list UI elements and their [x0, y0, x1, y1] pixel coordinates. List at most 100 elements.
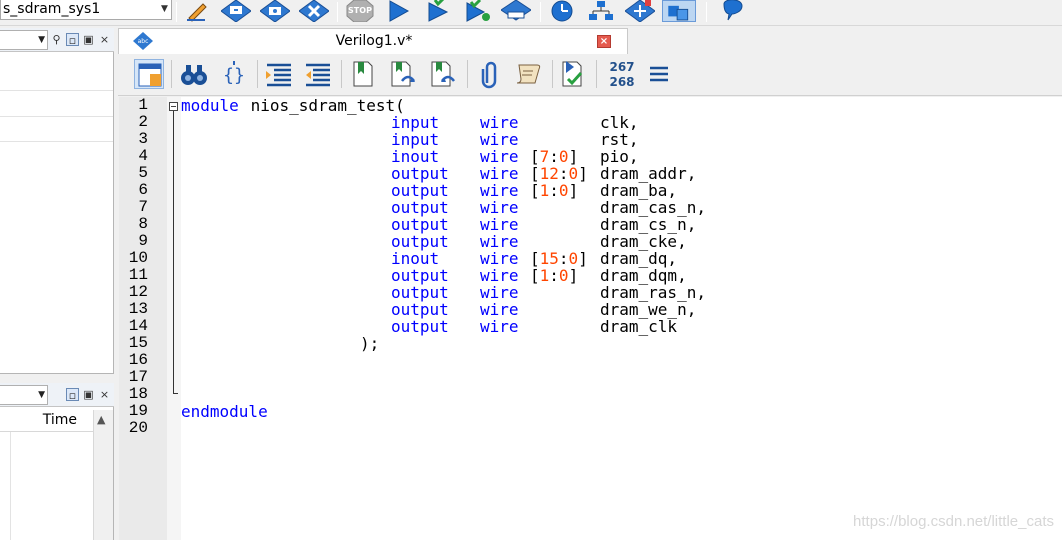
menu-lines-icon[interactable]: [644, 59, 674, 89]
next-bookmark-icon[interactable]: [388, 59, 418, 89]
code-editor[interactable]: 1 2 3 4 5 6 7 8 9 10 11 12 13 14 15 16 17 18 19 20 module n…: [119, 97, 1062, 540]
run-arrow-icon[interactable]: [384, 0, 414, 22]
fold-bracket-line: [173, 111, 174, 393]
port-name: dram_ras_n,: [600, 283, 706, 302]
compile-arrow-icon[interactable]: [423, 0, 453, 22]
pin-icon[interactable]: ▫: [66, 388, 79, 402]
close-paren: );: [360, 334, 380, 353]
port-name: dram_dqm,: [600, 266, 687, 285]
toolbar-divider: [176, 2, 177, 22]
stop-icon[interactable]: STOP: [345, 0, 375, 22]
line-count-top: 267: [609, 60, 635, 74]
line-number: 18: [128, 385, 148, 403]
port-name: dram_cs_n,: [600, 215, 697, 234]
help-icon[interactable]: [716, 0, 746, 22]
messages-panel: ▼ ▫ ▣ × Time ▲: [0, 383, 114, 540]
editor-title-bar[interactable]: abc Verilog1.v* ×: [118, 28, 628, 54]
template-scroll-icon[interactable]: [514, 59, 544, 89]
grid-line: [0, 90, 113, 91]
port-type: wire: [480, 147, 519, 166]
vertical-scrollbar[interactable]: ▲: [93, 410, 113, 540]
port-name: pio,: [600, 147, 639, 166]
edit-icon[interactable]: [183, 0, 213, 22]
line-number: 9: [138, 232, 148, 250]
panel-view-selector[interactable]: ▼: [0, 385, 48, 405]
toolbar-divider: [540, 2, 541, 22]
close-document-button[interactable]: ×: [597, 35, 611, 48]
grid-line: [10, 432, 11, 540]
save-floppy-icon[interactable]: [260, 0, 290, 22]
collapse-icon[interactable]: [169, 102, 178, 111]
fold-margin: [167, 97, 181, 540]
project-name: s_sdram_sys1: [3, 1, 101, 17]
line-count-bottom: 268: [609, 75, 635, 89]
grid-line: [0, 116, 113, 117]
port-width: [1:0]: [530, 266, 579, 285]
port-type: wire: [480, 317, 519, 336]
pin-icon[interactable]: ▫: [66, 33, 79, 47]
port-direction: output: [391, 215, 449, 234]
port-name: dram_cas_n,: [600, 198, 706, 217]
port-type: wire: [480, 198, 519, 217]
line-count-display: 267 268: [608, 60, 636, 90]
paperclip-icon[interactable]: [475, 59, 505, 89]
toolbar-divider: [706, 2, 707, 22]
port-name: dram_cke,: [600, 232, 687, 251]
search-icon[interactable]: ⚲: [50, 33, 63, 46]
chevron-down-icon[interactable]: ▼: [157, 0, 172, 20]
indent-icon[interactable]: [264, 59, 294, 89]
port-type: wire: [480, 249, 519, 268]
project-selector[interactable]: s_sdram_sys1: [0, 0, 172, 20]
line-number: 8: [138, 215, 148, 233]
toolbar-divider: [337, 2, 338, 22]
timing-clock-icon[interactable]: [547, 0, 577, 22]
time-column-header[interactable]: Time: [0, 410, 93, 432]
previous-bookmark-icon[interactable]: [428, 59, 458, 89]
chip-planner-icon[interactable]: [662, 0, 696, 22]
chevron-down-icon: ▼: [38, 35, 45, 45]
outdent-icon[interactable]: [303, 59, 333, 89]
panel-view-selector[interactable]: ▼: [0, 30, 48, 50]
port-type: wire: [480, 283, 519, 302]
port-type: wire: [480, 300, 519, 319]
port-name: dram_ba,: [600, 181, 678, 200]
port-name: dram_we_n,: [600, 300, 697, 319]
find-binoculars-icon[interactable]: [179, 59, 209, 89]
editor-title: Verilog1.v*: [335, 33, 413, 49]
watermark: https://blog.csdn.net/little_cats: [853, 513, 1054, 530]
save-down-icon[interactable]: [221, 0, 251, 22]
float-icon[interactable]: ▣: [82, 388, 95, 401]
line-number: 5: [138, 164, 148, 182]
close-icon[interactable]: ×: [98, 33, 111, 46]
endmodule-keyword: endmodule: [181, 402, 268, 421]
download-icon[interactable]: [501, 0, 531, 22]
port-name: dram_dq,: [600, 249, 678, 268]
toolbar-divider: [171, 60, 172, 88]
compile-check-icon[interactable]: [462, 0, 492, 22]
line-number: 13: [128, 300, 148, 318]
port-type: wire: [480, 164, 519, 183]
insert-template-icon[interactable]: [558, 59, 588, 89]
module-name: nios_sdram_test(: [241, 96, 405, 115]
float-icon[interactable]: ▣: [82, 33, 95, 46]
layout-window-icon[interactable]: [134, 59, 164, 89]
port-direction: output: [391, 283, 449, 302]
port-name: dram_clk: [600, 317, 678, 336]
chip-program-icon[interactable]: [625, 0, 655, 22]
port-type: wire: [480, 215, 519, 234]
scroll-up-icon[interactable]: ▲: [97, 413, 105, 426]
hierarchy-icon[interactable]: [586, 0, 616, 22]
time-column-label: Time: [42, 412, 77, 428]
port-direction: output: [391, 300, 449, 319]
close-icon[interactable]: ×: [98, 388, 111, 401]
project-navigator-panel: ▼ ⚲ ▫ ▣ ×: [0, 28, 114, 374]
find-brace-icon[interactable]: {}: [219, 59, 249, 89]
chevron-down-icon: ▼: [38, 390, 45, 400]
port-direction: output: [391, 164, 449, 183]
close-x-icon[interactable]: [299, 0, 329, 22]
port-name: clk,: [600, 113, 639, 132]
port-direction: output: [391, 232, 449, 251]
fold-bracket-end: [173, 393, 178, 394]
line-number: 4: [138, 147, 148, 165]
bookmark-icon[interactable]: [348, 59, 378, 89]
